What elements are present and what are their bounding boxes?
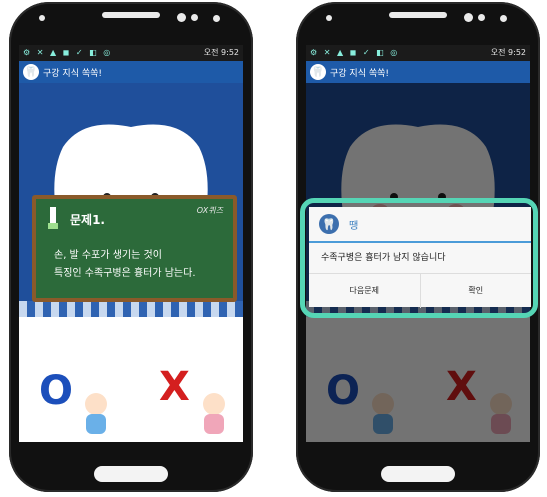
kid-character-icon — [85, 393, 107, 434]
sensor-dot — [464, 13, 473, 22]
phone-left: ⚙ ✕ ▲ ◼ ✓ ◧ ◎ 오전 9:52 🦷 구강 지식 쏙쏙! 문제1. O… — [9, 2, 253, 492]
sensor-dot — [177, 13, 186, 22]
o-answer-button[interactable]: O — [39, 368, 73, 414]
app-bar: 🦷 구강 지식 쏙쏙! — [306, 61, 530, 83]
speaker-grill — [102, 12, 160, 18]
app-logo-icon[interactable]: 🦷 — [23, 64, 39, 80]
home-button[interactable] — [381, 466, 455, 482]
speaker-grill — [389, 12, 447, 18]
status-bar: ⚙ ✕ ▲ ◼ ✓ ◧ ◎ 오전 9:52 — [19, 45, 243, 61]
dialog-buttons: 다음문제 확인 — [309, 274, 531, 308]
status-bar: ⚙ ✕ ▲ ◼ ✓ ◧ ◎ 오전 9:52 — [306, 45, 530, 61]
question-text: 손, 발 수포가 생기는 것이 특징인 수족구병은 흉터가 남는다. — [54, 247, 234, 283]
status-icons: ⚙ ✕ ▲ ◼ ✓ ◧ ◎ — [23, 48, 113, 57]
confirm-button[interactable]: 확인 — [421, 274, 532, 308]
answer-dialog: 🦷 땡 수족구병은 흉터가 남지 않습니다 다음문제 확인 — [309, 207, 531, 308]
home-button[interactable] — [94, 466, 168, 482]
dialog-title: 땡 — [349, 220, 359, 232]
kid-character-icon — [203, 393, 225, 434]
question-line: 손, 발 수포가 생기는 것이 — [54, 250, 162, 261]
dialog-tooth-icon: 🦷 — [319, 214, 339, 234]
camera-dot — [213, 15, 220, 22]
answer-area: O X — [19, 350, 243, 440]
question-line: 특징인 수족구병은 흉터가 남는다. — [54, 268, 196, 279]
camera-dot — [500, 15, 507, 22]
camera-dot — [39, 15, 45, 21]
tooth-brush-icon — [48, 207, 58, 229]
question-label: 문제1. — [70, 213, 105, 227]
status-time: 오전 9:52 — [490, 48, 526, 57]
app-title: 구강 지식 쏙쏙! — [43, 68, 103, 79]
camera-dot — [326, 15, 332, 21]
app-logo-icon[interactable]: 🦷 — [310, 64, 326, 80]
dialog-message: 수족구병은 흉터가 남지 않습니다 — [309, 243, 531, 274]
app-title: 구강 지식 쏙쏙! — [330, 68, 390, 79]
dialog-header: 🦷 땡 — [309, 207, 531, 243]
quiz-badge: OX퀴즈 — [196, 206, 223, 215]
question-board: 문제1. OX퀴즈 손, 발 수포가 생기는 것이 특징인 수족구병은 흉터가 … — [32, 195, 237, 302]
status-time: 오전 9:52 — [203, 48, 239, 57]
x-answer-button[interactable]: X — [159, 364, 190, 410]
status-icons: ⚙ ✕ ▲ ◼ ✓ ◧ ◎ — [310, 48, 400, 57]
next-question-button[interactable]: 다음문제 — [309, 274, 421, 308]
phone-right: ⚙ ✕ ▲ ◼ ✓ ◧ ◎ 오전 9:52 🦷 구강 지식 쏙쏙! O — [296, 2, 540, 492]
sensor-dot — [478, 14, 485, 21]
sensor-dot — [191, 14, 198, 21]
screen-left: ⚙ ✕ ▲ ◼ ✓ ◧ ◎ 오전 9:52 🦷 구강 지식 쏙쏙! 문제1. O… — [19, 45, 243, 442]
stripe-divider — [19, 301, 243, 317]
app-bar: 🦷 구강 지식 쏙쏙! — [19, 61, 243, 83]
